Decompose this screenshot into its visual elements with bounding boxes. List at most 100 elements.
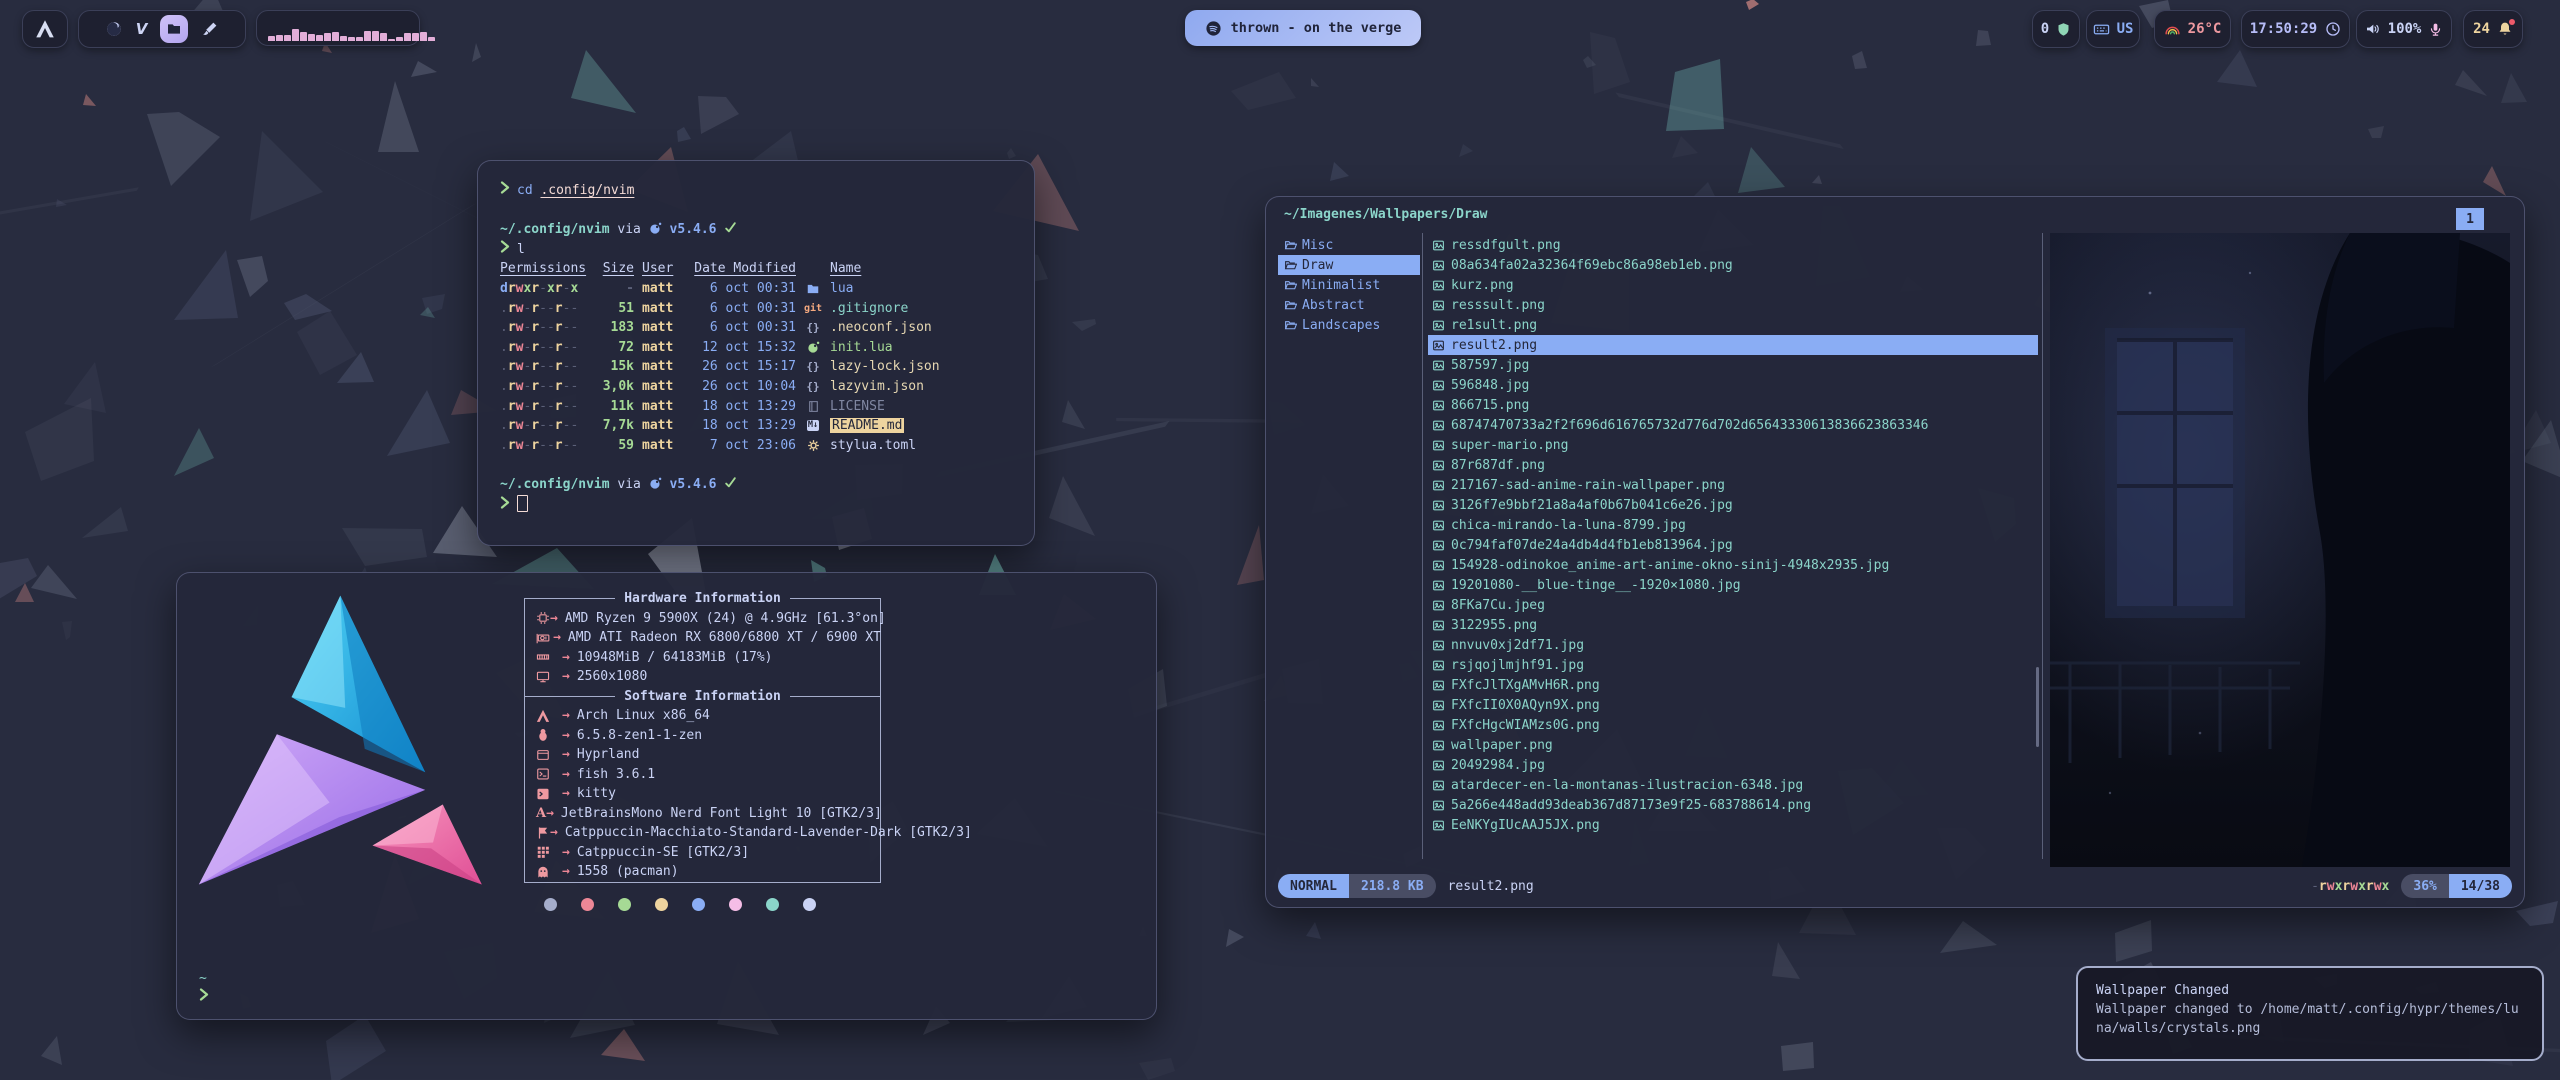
workspace-files-active[interactable] bbox=[160, 15, 188, 43]
file-row[interactable]: 87r687df.png bbox=[1428, 455, 2038, 475]
file-row[interactable]: 3126f7e9bbf21a8a4af0b67b041c6e26.jpg bbox=[1428, 495, 2038, 515]
visualizer-bar bbox=[420, 32, 427, 41]
sidebar-item-minimalist[interactable]: Minimalist bbox=[1278, 275, 1420, 295]
file-row[interactable]: 866715.png bbox=[1428, 395, 2038, 415]
info-value: 1558 (pacman) bbox=[577, 864, 679, 879]
file-row: .rw-r--r--51matt6 oct 00:31git.gitignore bbox=[500, 299, 1012, 319]
sidebar-item-misc[interactable]: Misc bbox=[1278, 235, 1420, 255]
file-size: 3,0k bbox=[594, 377, 634, 397]
file-row[interactable]: 19201080-__blue-tinge__-1920×1080.jpg bbox=[1428, 575, 2038, 595]
file-date: 18 oct 13:29 bbox=[692, 397, 796, 417]
file-row[interactable]: wallpaper.png bbox=[1428, 735, 2038, 755]
status-filename: result2.png bbox=[1448, 879, 1534, 894]
visualizer-bar bbox=[340, 36, 347, 41]
visualizer-bar bbox=[324, 33, 331, 41]
info-value: Hyprland bbox=[577, 747, 640, 762]
updates-module[interactable]: 0 bbox=[2032, 10, 2080, 48]
file-row[interactable]: kurz.png bbox=[1428, 275, 2038, 295]
workspace-firefox[interactable] bbox=[105, 20, 123, 38]
music-module[interactable]: thrown - on the verge bbox=[1185, 10, 1421, 46]
file-row[interactable]: 154928-odinokoe_anime-art-anime-okno-sin… bbox=[1428, 555, 2038, 575]
tab-badge[interactable]: 1 bbox=[2456, 208, 2484, 230]
lua-icon bbox=[804, 341, 822, 354]
file-name: rsjqojlmjhf91.jpg bbox=[1451, 658, 1584, 673]
file-row[interactable]: FXfcII0X0AQyn9X.png bbox=[1428, 695, 2038, 715]
workspace-vim[interactable]: V bbox=[136, 20, 148, 38]
file-name: FXfcHgcWIAMzs0G.png bbox=[1451, 718, 1600, 733]
weather-module[interactable]: 26°C bbox=[2154, 10, 2231, 48]
file-row[interactable]: 0c794faf07de24a4db4d4fb1eb813964.jpg bbox=[1428, 535, 2038, 555]
file-permissions: .rw-r--r-- bbox=[500, 299, 586, 319]
file-date: 7 oct 23:06 bbox=[692, 436, 796, 456]
file-row[interactable]: 68747470733a2f2f696d616765732d776d702d65… bbox=[1428, 415, 2038, 435]
fetch-prompt[interactable]: ~ bbox=[199, 969, 209, 1007]
scrollbar-thumb[interactable] bbox=[2036, 667, 2039, 747]
sidebar-item-draw[interactable]: Draw bbox=[1278, 255, 1420, 275]
terminal-command-line: l bbox=[500, 240, 1012, 260]
file-table-rows: drwxr-xr-x-matt6 oct 00:31lua.rw-r--r--5… bbox=[500, 279, 1012, 455]
file-row[interactable]: chica-mirando-la-luna-8799.jpg bbox=[1428, 515, 2038, 535]
file-row[interactable]: ressdfgult.png bbox=[1428, 235, 2038, 255]
arrow-icon: → bbox=[546, 806, 554, 821]
file-row[interactable]: 596848.jpg bbox=[1428, 375, 2038, 395]
file-row[interactable]: atardecer-en-la-montanas-ilustracion-634… bbox=[1428, 775, 2038, 795]
file-row[interactable]: 8FKa7Cu.jpeg bbox=[1428, 595, 2038, 615]
file-row[interactable]: re1sult.png bbox=[1428, 315, 2038, 335]
notifications-module[interactable]: 24 bbox=[2463, 10, 2523, 48]
arrow-icon: → bbox=[562, 845, 570, 860]
file-row[interactable]: FXfcHgcWIAMzs0G.png bbox=[1428, 715, 2038, 735]
file-name: FXfcJlTXgAMvH6R.png bbox=[1451, 678, 1600, 693]
cursor-icon bbox=[536, 826, 550, 840]
visualizer-bar bbox=[396, 37, 403, 41]
col-date: Date Modified bbox=[692, 259, 796, 279]
file-name: 20492984.jpg bbox=[1451, 758, 1545, 773]
info-row: →Catppuccin-SE [GTK2/3] bbox=[524, 843, 881, 863]
cwd: ~/.config/nvim bbox=[500, 222, 610, 237]
workspace-paint[interactable] bbox=[201, 20, 219, 38]
fetch-window[interactable]: Hardware Information →AMD Ryzen 9 5900X … bbox=[176, 572, 1157, 1020]
command-arg: .config/nvim bbox=[540, 183, 634, 198]
launcher-button[interactable] bbox=[22, 10, 68, 48]
file-row[interactable]: 587597.jpg bbox=[1428, 355, 2038, 375]
file-row[interactable]: super-mario.png bbox=[1428, 435, 2038, 455]
volume-module[interactable]: 100% bbox=[2356, 10, 2452, 48]
file-row[interactable]: 3122955.png bbox=[1428, 615, 2038, 635]
lua-icon bbox=[649, 477, 662, 490]
sidebar-item-landscapes[interactable]: Landscapes bbox=[1278, 315, 1420, 335]
distro-logo bbox=[193, 583, 515, 905]
file-row[interactable]: result2.png bbox=[1428, 335, 2038, 355]
keyboard-layout-module[interactable]: US bbox=[2086, 10, 2140, 48]
sidebar-item-abstract[interactable]: Abstract bbox=[1278, 295, 1420, 315]
cpu-icon bbox=[536, 611, 550, 625]
file-row[interactable]: 20492984.jpg bbox=[1428, 755, 2038, 775]
file-row[interactable]: 217167-sad-anime-rain-wallpaper.png bbox=[1428, 475, 2038, 495]
updates-count: 0 bbox=[2041, 21, 2049, 37]
terminal-icon bbox=[536, 787, 562, 801]
memory-icon bbox=[536, 650, 562, 664]
file-row[interactable]: 5a266e448add93deab367d87173e9f25-6837886… bbox=[1428, 795, 2038, 815]
clock-module[interactable]: 17:50:29 bbox=[2241, 10, 2350, 48]
notification-toast[interactable]: Wallpaper Changed Wallpaper changed to /… bbox=[2076, 966, 2544, 1061]
palette-dot bbox=[729, 898, 742, 911]
file-date: 6 oct 00:31 bbox=[692, 318, 796, 338]
system-info-box: Hardware Information →AMD Ryzen 9 5900X … bbox=[524, 589, 881, 883]
file-row[interactable]: nnvuv0xj2df71.jpg bbox=[1428, 635, 2038, 655]
file-manager-window[interactable]: ~/Imagenes/Wallpapers/Draw 1 MiscDrawMin… bbox=[1265, 196, 2525, 908]
file-name: wallpaper.png bbox=[1451, 738, 1553, 753]
file-size: 11k bbox=[594, 397, 634, 417]
file-row[interactable]: rsjqojlmjhf91.jpg bbox=[1428, 655, 2038, 675]
file-row[interactable]: 08a634fa02a32364f69ebc86a98eb1eb.png bbox=[1428, 255, 2038, 275]
visualizer-bar bbox=[388, 39, 395, 41]
file-row[interactable]: EeNKYgIUcAAJ5JX.png bbox=[1428, 815, 2038, 835]
file-name: 3122955.png bbox=[1451, 618, 1537, 633]
wm-icon bbox=[536, 748, 562, 762]
file-size: - bbox=[594, 279, 634, 299]
pane-divider bbox=[1422, 233, 1423, 859]
braces-icon: {} bbox=[804, 377, 822, 397]
terminal-prompt-line[interactable] bbox=[500, 495, 1012, 515]
file-row[interactable]: FXfcJlTXgAMvH6R.png bbox=[1428, 675, 2038, 695]
file-row[interactable]: resssult.png bbox=[1428, 295, 2038, 315]
file-name: 587597.jpg bbox=[1451, 358, 1529, 373]
terminal-window[interactable]: cd .config/nvim ~/.config/nvim via v5.4.… bbox=[477, 160, 1035, 546]
file-date: 26 oct 15:17 bbox=[692, 357, 796, 377]
